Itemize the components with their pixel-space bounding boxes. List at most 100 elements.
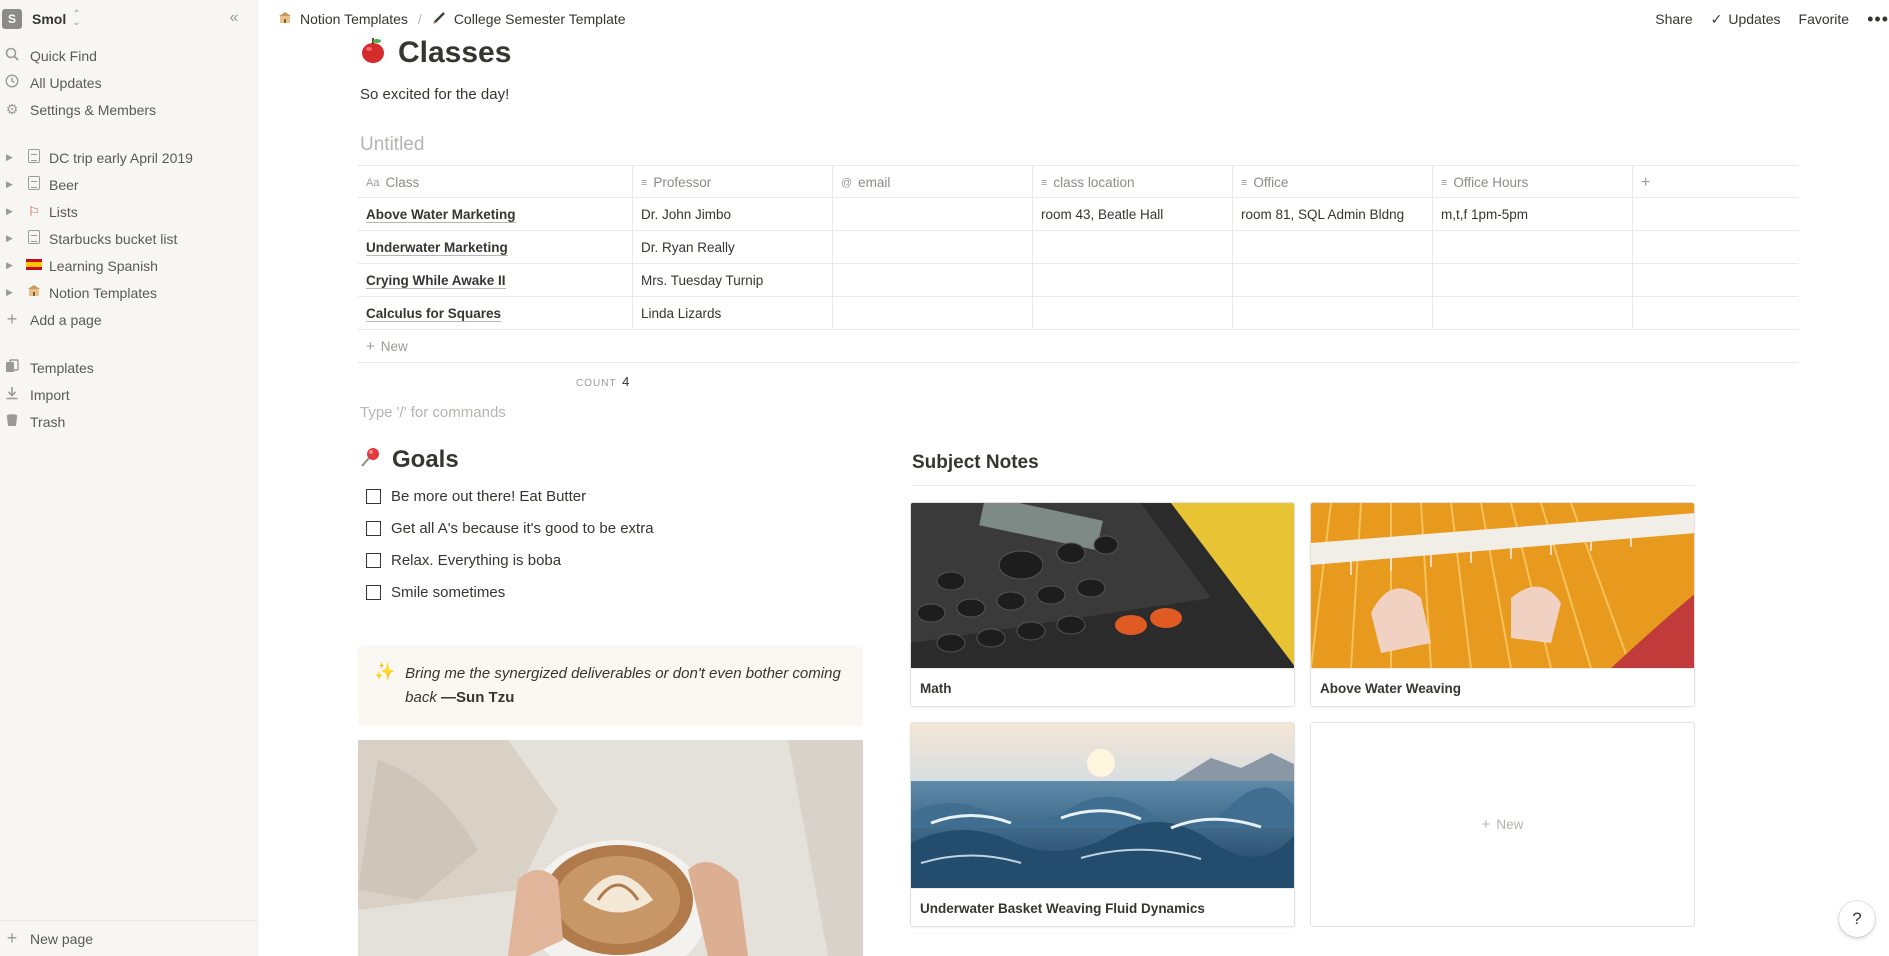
add-column-icon[interactable]: + <box>1633 166 1798 199</box>
collapse-sidebar-icon[interactable]: « <box>224 9 244 29</box>
cell-email[interactable] <box>833 198 1033 231</box>
page-title[interactable]: Classes <box>360 32 511 74</box>
breadcrumb-label: College Semester Template <box>453 11 626 27</box>
cell-office-hours[interactable]: m,t,f 1pm-5pm <box>1433 198 1633 231</box>
cell-class[interactable]: Calculus for Squares <box>358 297 633 330</box>
sidebar-page-beer[interactable]: ▶ Beer <box>0 171 258 198</box>
column-header-email[interactable]: @ email <box>833 166 1033 199</box>
cell-class-location[interactable] <box>1033 264 1233 297</box>
new-page-button[interactable]: + New page <box>0 920 258 956</box>
command-placeholder[interactable]: Type '/' for commands <box>360 404 506 421</box>
cell-professor[interactable]: Linda Lizards <box>633 297 833 330</box>
sidebar-page-lists[interactable]: ▶ ⚐ Lists <box>0 198 258 225</box>
favorite-button[interactable]: Favorite <box>1799 11 1850 27</box>
cell-class[interactable]: Above Water Marketing <box>358 198 633 231</box>
apple-emoji-icon[interactable] <box>360 36 386 71</box>
add-page-button[interactable]: + Add a page <box>0 306 258 333</box>
table-row[interactable]: Above Water Marketing Dr. John Jimbo roo… <box>358 198 1798 231</box>
cell-class-location[interactable] <box>1033 231 1233 264</box>
subject-notes-heading[interactable]: Subject Notes <box>912 452 1039 474</box>
checkbox[interactable] <box>366 489 381 504</box>
nav-label: Quick Find <box>30 47 97 64</box>
expand-triangle-icon[interactable]: ▶ <box>6 287 18 298</box>
help-button[interactable]: ? <box>1839 901 1875 937</box>
expand-triangle-icon[interactable]: ▶ <box>6 233 18 244</box>
cell-office-hours[interactable] <box>1433 231 1633 264</box>
cell-email[interactable] <box>833 264 1033 297</box>
nav-label: Import <box>30 386 70 403</box>
sparkles-icon: ✨ <box>374 662 396 681</box>
sidebar-page-learning-spanish[interactable]: ▶ Learning Spanish <box>0 252 258 279</box>
nav-all-updates[interactable]: All Updates <box>0 69 258 96</box>
cell-email[interactable] <box>833 297 1033 330</box>
cell-professor[interactable]: Dr. Ryan Really <box>633 231 833 264</box>
expand-triangle-icon[interactable]: ▶ <box>6 206 18 217</box>
table-row[interactable]: Calculus for Squares Linda Lizards <box>358 297 1798 330</box>
todo-item[interactable]: Relax. Everything is boba <box>366 552 561 569</box>
cell-office[interactable] <box>1233 231 1433 264</box>
cell-office[interactable]: room 81, SQL Admin Bldng <box>1233 198 1433 231</box>
cell-class-location[interactable]: room 43, Beatle Hall <box>1033 198 1233 231</box>
cell-professor[interactable]: Dr. John Jimbo <box>633 198 833 231</box>
cell-office[interactable] <box>1233 264 1433 297</box>
new-page-label: New page <box>30 930 94 947</box>
goals-heading[interactable]: Goals <box>360 446 459 474</box>
todo-item[interactable]: Smile sometimes <box>366 584 505 601</box>
intro-text[interactable]: So excited for the day! <box>360 86 509 103</box>
new-card-label: New <box>1496 817 1524 832</box>
column-header-professor[interactable]: ≡ Professor <box>633 166 833 199</box>
sidebar-page-notion-templates[interactable]: ▶ Notion Templates <box>0 279 258 306</box>
todo-item[interactable]: Get all A's because it's good to be extr… <box>366 520 654 537</box>
quote-callout[interactable]: ✨ Bring me the synergized deliverables o… <box>358 646 863 726</box>
column-header-office[interactable]: ≡ Office <box>1233 166 1433 199</box>
checkbox[interactable] <box>366 553 381 568</box>
gallery-card-math[interactable]: Math <box>910 502 1295 707</box>
column-header-office-hours[interactable]: ≡ Office Hours <box>1433 166 1633 199</box>
database-title[interactable]: Untitled <box>360 134 424 156</box>
text-property-icon: ≡ <box>641 176 648 189</box>
class-name: Crying While Awake II <box>366 272 506 289</box>
coffee-latte-image[interactable] <box>358 740 863 956</box>
chevron-updown-icon: ⌃ ⌄ <box>72 9 81 28</box>
card-title: Above Water Weaving <box>1311 668 1694 706</box>
todo-item[interactable]: Be more out there! Eat Butter <box>366 488 586 505</box>
gallery-card-above-water-weaving[interactable]: Above Water Weaving <box>1310 502 1695 707</box>
nav-import[interactable]: Import <box>0 381 258 408</box>
cell-class[interactable]: Crying While Awake II <box>358 264 633 297</box>
cell-email[interactable] <box>833 231 1033 264</box>
cell-office-hours[interactable] <box>1433 264 1633 297</box>
workspace-switcher[interactable]: S Smol ⌃ ⌄ <box>0 8 81 30</box>
sidebar-page-starbucks[interactable]: ▶ Starbucks bucket list <box>0 225 258 252</box>
count-aggregate[interactable]: COUNT 4 <box>576 374 629 389</box>
sidebar-page-dc-trip[interactable]: ▶ DC trip early April 2019 <box>0 144 258 171</box>
checkbox[interactable] <box>366 585 381 600</box>
search-icon <box>3 47 21 64</box>
todo-text: Be more out there! Eat Butter <box>391 488 587 505</box>
checkbox[interactable] <box>366 521 381 536</box>
column-header-class[interactable]: Aa Class <box>358 166 633 199</box>
gallery-new-card-button[interactable]: + New <box>1310 722 1695 927</box>
cell-class[interactable]: Underwater Marketing <box>358 231 633 264</box>
nav-quick-find[interactable]: Quick Find <box>0 42 258 69</box>
share-button[interactable]: Share <box>1655 11 1692 27</box>
more-options-icon[interactable]: ••• <box>1867 9 1889 30</box>
nav-trash[interactable]: Trash <box>0 408 258 435</box>
cell-office-hours[interactable] <box>1433 297 1633 330</box>
updates-button[interactable]: ✓ Updates <box>1711 11 1781 28</box>
breadcrumb-college-semester[interactable]: College Semester Template <box>432 11 626 28</box>
expand-triangle-icon[interactable]: ▶ <box>6 152 18 163</box>
table-new-row-button[interactable]: + New <box>358 330 1798 363</box>
cell-professor[interactable]: Mrs. Tuesday Turnip <box>633 264 833 297</box>
table-row[interactable]: Underwater Marketing Dr. Ryan Really <box>358 231 1798 264</box>
breadcrumb-notion-templates[interactable]: Notion Templates <box>278 11 408 28</box>
column-header-class-location[interactable]: ≡ class location <box>1033 166 1233 199</box>
expand-triangle-icon[interactable]: ▶ <box>6 260 18 271</box>
expand-triangle-icon[interactable]: ▶ <box>6 179 18 190</box>
cell-office[interactable] <box>1233 297 1433 330</box>
nav-settings[interactable]: ⚙ Settings & Members <box>0 96 258 123</box>
gear-icon: ⚙ <box>5 101 19 117</box>
cell-class-location[interactable] <box>1033 297 1233 330</box>
nav-templates[interactable]: Templates <box>0 354 258 381</box>
table-row[interactable]: Crying While Awake II Mrs. Tuesday Turni… <box>358 264 1798 297</box>
gallery-card-underwater-basket-weaving[interactable]: Underwater Basket Weaving Fluid Dynamics <box>910 722 1295 927</box>
